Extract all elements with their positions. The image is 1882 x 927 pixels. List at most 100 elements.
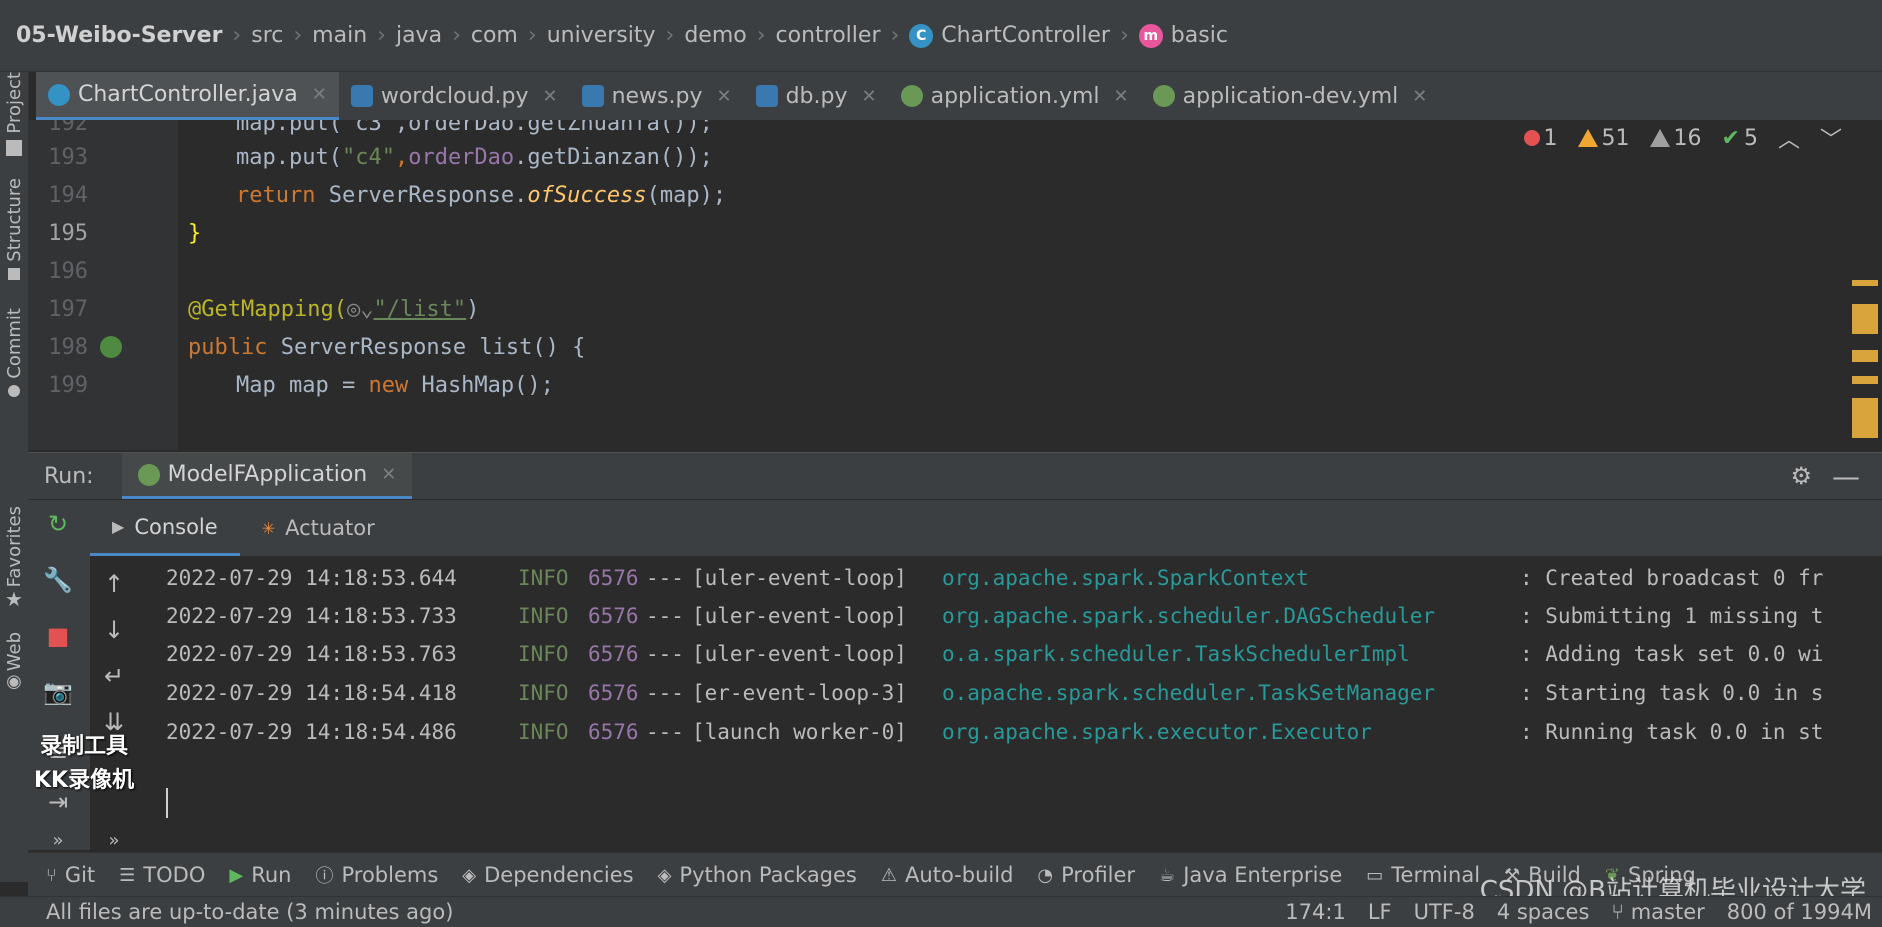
log-line: 2022-07-29 14:18:54.486 INFO 6576 --- [l… [166, 712, 1882, 752]
tab-db-py[interactable]: db.py ✕ [744, 72, 889, 120]
warning-marker[interactable] [1852, 376, 1878, 384]
memory-indicator[interactable]: 800 of 1994M [1727, 900, 1872, 924]
status-message[interactable]: All files are up-to-date (3 minutes ago) [46, 900, 453, 924]
favorites-tool-button[interactable]: Favorites ★ [0, 506, 28, 611]
close-icon[interactable]: ✕ [1412, 86, 1427, 107]
tab-label: application-dev.yml [1182, 83, 1399, 109]
globe-icon: ◎⌄ [346, 296, 374, 322]
chevron-up-icon[interactable]: ︿ [1778, 122, 1800, 154]
tool-python-packages[interactable]: ◈ Python Packages [658, 863, 857, 887]
wrench-icon[interactable]: 🔧 [42, 564, 74, 596]
tab-console[interactable]: ▶ Console [90, 500, 240, 556]
breadcrumb-main[interactable]: main [312, 23, 367, 48]
chevron-down-icon[interactable]: ﹀ [1820, 122, 1842, 154]
editor-scrollbar-markers[interactable] [1852, 280, 1878, 450]
warning-icon [1577, 129, 1598, 147]
tool-terminal[interactable]: ▭ Terminal [1366, 863, 1480, 887]
web-tool-button[interactable]: Web ◉ [0, 632, 28, 692]
left-tool-stripe: Project Structure Commit Favorites ★ Web… [0, 72, 29, 882]
close-icon[interactable]: ✕ [381, 464, 396, 485]
error-count[interactable]: 1 [1523, 126, 1558, 151]
run-config-tab[interactable]: ModelFApplication ✕ [121, 453, 413, 499]
tab-console-label: Console [134, 514, 218, 539]
arrow-up-icon[interactable]: ↑ [98, 568, 130, 600]
close-icon[interactable]: ✕ [542, 86, 557, 107]
commit-tool-button[interactable]: Commit [0, 308, 28, 397]
code-editor[interactable]: 192 map.put("c3",orderDao.getZhuanfa());… [28, 120, 1882, 450]
breadcrumb-java[interactable]: java [396, 23, 442, 48]
tab-application-dev-yml[interactable]: application-dev.yml ✕ [1141, 72, 1440, 120]
git-branch[interactable]: ⑂ master [1611, 900, 1704, 924]
minimize-icon[interactable]: — [1832, 460, 1860, 493]
code-token: ServerResponse list() { [267, 334, 586, 360]
log-logger[interactable]: org.apache.spark.SparkContext [942, 566, 1520, 590]
soft-wrap-icon[interactable]: ↵ [98, 660, 130, 692]
breadcrumb-project[interactable]: 05-Weibo-Server [16, 23, 222, 48]
breadcrumb-university[interactable]: university [547, 23, 656, 48]
tab-actuator[interactable]: ✳ Actuator [240, 500, 397, 556]
camera-icon[interactable]: 📷 [42, 676, 74, 708]
project-tool-button[interactable]: Project [0, 72, 28, 156]
tab-news-py[interactable]: news.py ✕ [570, 72, 744, 120]
tool-label: TODO [143, 863, 206, 887]
log-logger[interactable]: org.apache.spark.scheduler.DAGScheduler [942, 604, 1520, 628]
tool-problems[interactable]: ⓘ Problems [315, 862, 438, 888]
gear-icon[interactable]: ⚙ [1790, 462, 1812, 490]
indent-setting[interactable]: 4 spaces [1497, 900, 1590, 924]
tool-git[interactable]: ⑂ Git [46, 863, 95, 887]
tab-label: db.py [785, 83, 848, 109]
spring-yml-icon [1152, 85, 1175, 107]
log-thread: [uler-event-loop] [692, 642, 907, 666]
tool-run[interactable]: ▶ Run [229, 863, 291, 887]
line-separator[interactable]: LF [1368, 900, 1392, 924]
breadcrumb-com[interactable]: com [471, 23, 518, 48]
close-icon[interactable]: ✕ [862, 86, 877, 107]
tab-chartcontroller-java[interactable]: ChartController.java ✕ [36, 72, 339, 120]
log-logger[interactable]: o.a.spark.scheduler.TaskSchedulerImpl [942, 642, 1520, 666]
tab-application-yml[interactable]: application.yml ✕ [889, 72, 1141, 120]
tool-java-enterprise[interactable]: ☕ Java Enterprise [1159, 863, 1342, 887]
breadcrumb-method[interactable]: m basic [1138, 23, 1228, 48]
warning-marker[interactable] [1852, 304, 1878, 334]
spring-yml-icon [900, 85, 923, 107]
warning-marker[interactable] [1852, 398, 1878, 438]
warning-count[interactable]: 51 [1577, 126, 1630, 151]
stop-icon[interactable]: ■ [42, 620, 74, 652]
rerun-icon[interactable]: ↻ [42, 508, 74, 540]
structure-tool-button[interactable]: Structure [0, 178, 28, 280]
spring-bean-icon[interactable] [100, 336, 122, 358]
console-toolbar: ↑ ↓ ↵ ⇊ » [90, 556, 141, 851]
breadcrumb-class[interactable]: C ChartController [909, 23, 1110, 48]
tool-todo[interactable]: ☰ TODO [119, 863, 205, 887]
code-text: public ServerResponse list() { [188, 335, 585, 360]
console-icon: ▶ [112, 517, 125, 536]
close-icon[interactable]: ✕ [1114, 86, 1129, 107]
close-icon[interactable]: ✕ [717, 86, 732, 107]
code-text: Map map = new HashMap(); [236, 373, 554, 398]
close-icon[interactable]: ✕ [312, 84, 327, 105]
ok-count-label: 5 [1743, 125, 1758, 151]
caret-position[interactable]: 174:1 [1285, 900, 1346, 924]
file-encoding[interactable]: UTF-8 [1414, 900, 1475, 924]
console-output[interactable]: 2022-07-29 14:18:53.644 INFO 6576 --- [u… [140, 556, 1882, 850]
code-line: 199 Map map = new HashMap(); [28, 362, 1848, 408]
inspections-widget[interactable]: 1 51 16 ✔ 5 ︿ ﹀ [1512, 120, 1842, 156]
log-level: INFO [518, 642, 569, 666]
log-line: 2022-07-29 14:18:53.644 INFO 6576 --- [u… [166, 558, 1882, 598]
weak-warning-count[interactable]: 16 [1649, 126, 1702, 151]
warning-marker[interactable] [1852, 280, 1878, 286]
ok-count[interactable]: ✔ 5 [1722, 126, 1758, 151]
breadcrumb-demo[interactable]: demo [684, 23, 746, 48]
warning-marker[interactable] [1852, 350, 1878, 362]
log-logger[interactable]: org.apache.spark.executor.Executor [942, 720, 1520, 744]
code-static-call: ofSuccess [527, 182, 647, 208]
log-logger[interactable]: o.apache.spark.scheduler.TaskSetManager [942, 681, 1520, 705]
tool-dependencies[interactable]: ◈ Dependencies [462, 863, 633, 887]
tool-profiler[interactable]: ◔ Profiler [1037, 863, 1135, 887]
breadcrumb-controller[interactable]: controller [776, 23, 881, 48]
tab-wordcloud-py[interactable]: wordcloud.py ✕ [339, 72, 570, 120]
git-branch-icon: ⑂ [1611, 900, 1631, 924]
breadcrumb-src[interactable]: src [251, 23, 283, 48]
tool-auto-build[interactable]: ⚠ Auto-build [881, 863, 1014, 887]
arrow-down-icon[interactable]: ↓ [98, 614, 130, 646]
